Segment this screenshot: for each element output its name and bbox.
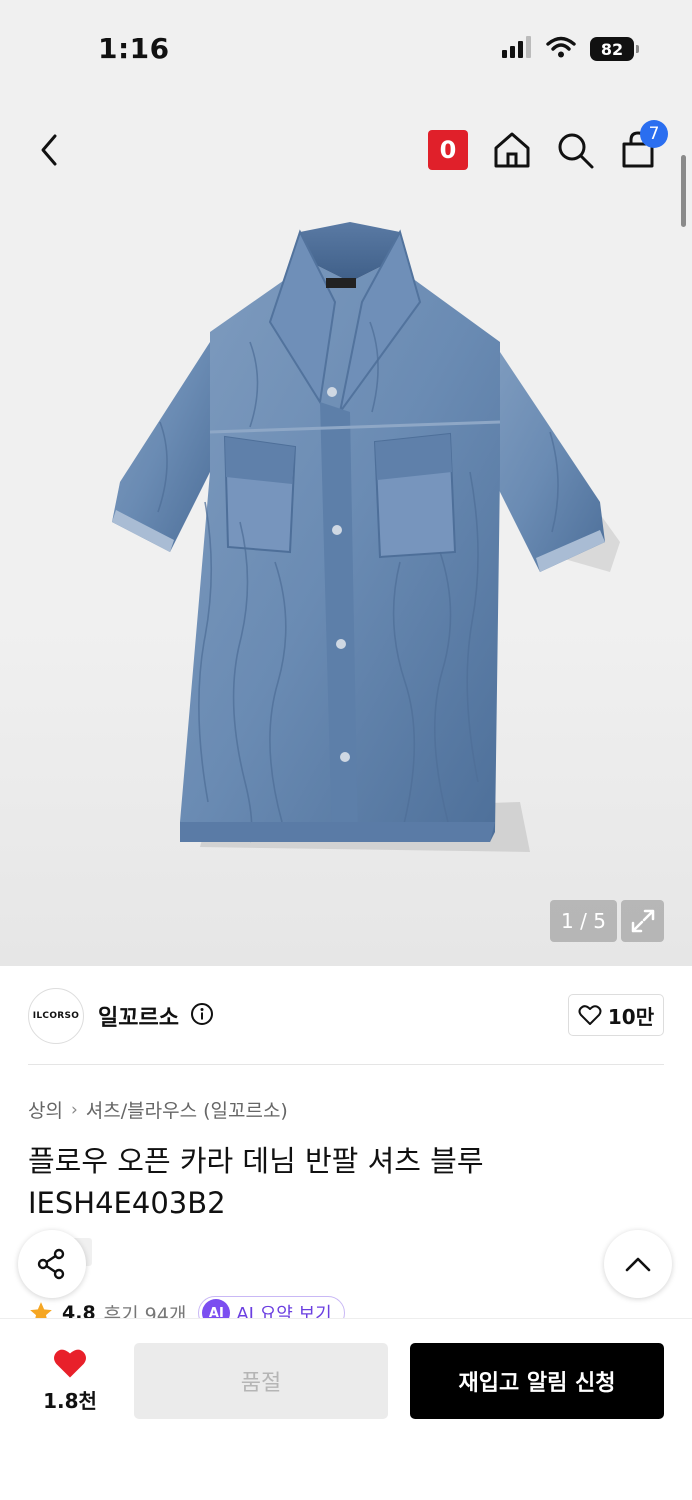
home-button[interactable]: [490, 128, 534, 172]
share-button[interactable]: [18, 1230, 86, 1298]
battery-level: 82: [600, 39, 624, 59]
battery-icon: 82: [590, 37, 639, 61]
bottom-action-bar: 1.8천 품절 재입고 알림 신청: [0, 1318, 692, 1500]
heart-outline-icon: [578, 1005, 602, 1025]
signal-icon: [502, 36, 532, 62]
wifi-icon: [546, 36, 576, 62]
heart-filled-icon: [54, 1349, 86, 1378]
product-gallery[interactable]: 0 7 1 / 5: [0, 100, 692, 966]
breadcrumb-subcategory[interactable]: 셔츠/블라우스 (일꼬르소): [86, 1096, 288, 1123]
scroll-top-button[interactable]: [604, 1230, 672, 1298]
scrollbar[interactable]: [681, 155, 686, 227]
divider: [28, 1064, 664, 1065]
wishlist-button[interactable]: 1.8천: [30, 1347, 110, 1417]
cart-button[interactable]: 7: [616, 120, 668, 172]
status-bar: 1:16 82: [0, 0, 692, 100]
product-image[interactable]: [100, 222, 630, 862]
chevron-up-icon: [625, 1257, 651, 1272]
wishlist-count: 1.8천: [43, 1389, 97, 1413]
product-title: 플로우 오픈 카라 데님 반팔 셔츠 블루 IESH4E403B2: [28, 1144, 484, 1220]
expand-button[interactable]: [621, 900, 664, 942]
brand-like-button[interactable]: 10만: [568, 994, 664, 1036]
brand-row: ILCORSO 일꼬르소 10만: [28, 986, 664, 1046]
search-icon: [558, 133, 594, 169]
top-nav: 0 7: [0, 100, 692, 200]
chevron-right-icon: ›: [70, 1099, 78, 1120]
back-button[interactable]: [28, 128, 72, 172]
brand-logo[interactable]: ILCORSO: [28, 988, 84, 1044]
brand-like-count: 10만: [607, 1004, 655, 1029]
info-icon[interactable]: [190, 1002, 214, 1026]
breadcrumb: 상의 › 셔츠/블라우스 (일꼬르소): [28, 1096, 288, 1123]
share-icon: [37, 1248, 65, 1280]
breadcrumb-category[interactable]: 상의: [28, 1096, 63, 1123]
status-time: 1:16: [98, 32, 170, 65]
restock-alert-button[interactable]: 재입고 알림 신청: [410, 1343, 664, 1419]
expand-icon: [631, 909, 654, 933]
brand-name[interactable]: 일꼬르소: [98, 1000, 179, 1032]
status-icons: 82: [502, 36, 639, 62]
brand-badge-button[interactable]: 0: [428, 130, 468, 170]
soldout-button: 품절: [134, 1343, 388, 1419]
search-button[interactable]: [553, 128, 597, 172]
home-icon: [494, 132, 530, 168]
image-counter: 1 / 5: [550, 900, 617, 942]
cart-count-badge: 7: [640, 120, 668, 148]
chevron-left-icon: [41, 134, 57, 166]
